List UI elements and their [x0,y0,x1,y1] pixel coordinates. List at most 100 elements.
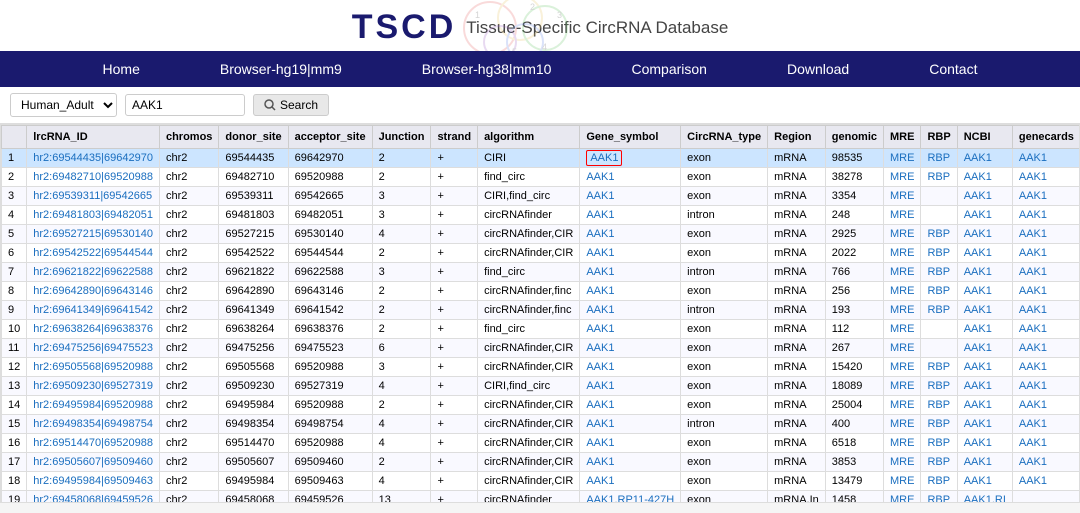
lrcRNA-id[interactable]: hr2:69539311|69542665 [27,187,160,206]
ncbi[interactable]: AAK1 [957,339,1012,358]
ncbi[interactable]: AAK1,RI [957,491,1012,504]
ncbi[interactable]: AAK1 [957,244,1012,263]
genecards[interactable]: AAK1 [1012,377,1080,396]
lrcRNA-id[interactable]: hr2:69495984|69520988 [27,396,160,415]
genecards[interactable]: AAK1 [1012,282,1080,301]
ncbi[interactable]: AAK1 [957,206,1012,225]
gene-symbol[interactable]: AAK1 [580,206,681,225]
mre[interactable]: MRE [884,396,921,415]
mre[interactable]: MRE [884,472,921,491]
mre[interactable]: MRE [884,434,921,453]
rbp[interactable]: RBP [921,472,957,491]
mre[interactable]: MRE [884,491,921,504]
gene-symbol[interactable]: AAK1 [580,396,681,415]
search-button[interactable]: Search [253,94,329,116]
genecards[interactable]: AAK1 [1012,244,1080,263]
table-row[interactable]: 9hr2:69641349|69641542chr269641349696415… [2,301,1080,320]
rbp[interactable]: RBP [921,282,957,301]
genecards[interactable]: AAK1 [1012,320,1080,339]
rbp[interactable]: RBP [921,263,957,282]
genecards[interactable]: AAK1 [1012,301,1080,320]
genecards[interactable]: AAK1 [1012,453,1080,472]
ncbi[interactable]: AAK1 [957,358,1012,377]
gene-symbol[interactable]: AAK1 [580,149,681,168]
ncbi[interactable]: AAK1 [957,377,1012,396]
lrcRNA-id[interactable]: hr2:69638264|69638376 [27,320,160,339]
lrcRNA-id[interactable]: hr2:69641349|69641542 [27,301,160,320]
genecards[interactable]: AAK1 [1012,472,1080,491]
rbp[interactable]: RBP [921,434,957,453]
gene-symbol[interactable]: AAK1 [580,301,681,320]
table-row[interactable]: 18hr2:69495984|69509463chr26949598469509… [2,472,1080,491]
gene-symbol[interactable]: AAK1 [580,377,681,396]
genecards[interactable]: AAK1 [1012,263,1080,282]
ncbi[interactable]: AAK1 [957,396,1012,415]
table-row[interactable]: 15hr2:69498354|69498754chr26949835469498… [2,415,1080,434]
mre[interactable]: MRE [884,320,921,339]
lrcRNA-id[interactable]: hr2:69509230|69527319 [27,377,160,396]
mre[interactable]: MRE [884,225,921,244]
rbp[interactable]: RBP [921,396,957,415]
rbp[interactable]: RBP [921,377,957,396]
genecards[interactable]: AAK1 [1012,358,1080,377]
gene-symbol[interactable]: AAK1 [580,339,681,358]
mre[interactable]: MRE [884,358,921,377]
ncbi[interactable]: AAK1 [957,263,1012,282]
lrcRNA-id[interactable]: hr2:69482710|69520988 [27,168,160,187]
table-row[interactable]: 12hr2:69505568|69520988chr26950556869520… [2,358,1080,377]
lrcRNA-id[interactable]: hr2:69495984|69509463 [27,472,160,491]
lrcRNA-id[interactable]: hr2:69642890|69643146 [27,282,160,301]
genecards[interactable]: AAK1 [1012,225,1080,244]
gene-symbol[interactable]: AAK1 [580,187,681,206]
genecards[interactable]: AAK1 [1012,396,1080,415]
gene-symbol[interactable]: AAK1 [580,263,681,282]
table-row[interactable]: 16hr2:69514470|69520988chr26951447069520… [2,434,1080,453]
table-row[interactable]: 8hr2:69642890|69643146chr269642890696431… [2,282,1080,301]
ncbi[interactable]: AAK1 [957,282,1012,301]
gene-symbol[interactable]: AAK1 [580,320,681,339]
ncbi[interactable]: AAK1 [957,472,1012,491]
genecards[interactable]: AAK1 [1012,206,1080,225]
mre[interactable]: MRE [884,339,921,358]
gene-symbol[interactable]: AAK1 [580,434,681,453]
genecards[interactable] [1012,491,1080,504]
gene-symbol[interactable]: AAK1 [580,225,681,244]
nav-comparison[interactable]: Comparison [591,51,746,87]
mre[interactable]: MRE [884,149,921,168]
nav-browser-hg38[interactable]: Browser-hg38|mm10 [382,51,592,87]
rbp[interactable]: RBP [921,358,957,377]
table-row[interactable]: 13hr2:69509230|69527319chr26950923069527… [2,377,1080,396]
ncbi[interactable]: AAK1 [957,225,1012,244]
nav-contact[interactable]: Contact [889,51,1017,87]
gene-symbol[interactable]: AAK1 [580,358,681,377]
ncbi[interactable]: AAK1 [957,168,1012,187]
species-dropdown[interactable]: Human_Adult Human_Fetal Mouse_Adult [10,93,117,117]
gene-symbol[interactable]: AAK1 [580,415,681,434]
lrcRNA-id[interactable]: hr2:69475256|69475523 [27,339,160,358]
table-container[interactable]: lrcRNA_ID chromos donor_site acceptor_si… [0,124,1080,503]
lrcRNA-id[interactable]: hr2:69514470|69520988 [27,434,160,453]
ncbi[interactable]: AAK1 [957,149,1012,168]
table-row[interactable]: 14hr2:69495984|69520988chr26949598469520… [2,396,1080,415]
lrcRNA-id[interactable]: hr2:69542522|69544544 [27,244,160,263]
rbp[interactable]: RBP [921,149,957,168]
lrcRNA-id[interactable]: hr2:69621822|69622588 [27,263,160,282]
rbp[interactable]: RBP [921,491,957,504]
rbp[interactable]: RBP [921,301,957,320]
table-row[interactable]: 4hr2:69481803|69482051chr269481803694820… [2,206,1080,225]
gene-symbol[interactable]: AAK1 [580,472,681,491]
genecards[interactable]: AAK1 [1012,149,1080,168]
nav-browser-hg19[interactable]: Browser-hg19|mm9 [180,51,382,87]
rbp[interactable]: RBP [921,168,957,187]
table-row[interactable]: 11hr2:69475256|69475523chr26947525669475… [2,339,1080,358]
ncbi[interactable]: AAK1 [957,453,1012,472]
lrcRNA-id[interactable]: hr2:69544435|69642970 [27,149,160,168]
rbp[interactable]: RBP [921,225,957,244]
lrcRNA-id[interactable]: hr2:69498354|69498754 [27,415,160,434]
gene-symbol[interactable]: AAK1 [580,244,681,263]
table-row[interactable]: 7hr2:69621822|69622588chr269621822696225… [2,263,1080,282]
genecards[interactable]: AAK1 [1012,415,1080,434]
mre[interactable]: MRE [884,187,921,206]
lrcRNA-id[interactable]: hr2:69458068|69459526 [27,491,160,504]
gene-symbol[interactable]: AAK1 [580,282,681,301]
